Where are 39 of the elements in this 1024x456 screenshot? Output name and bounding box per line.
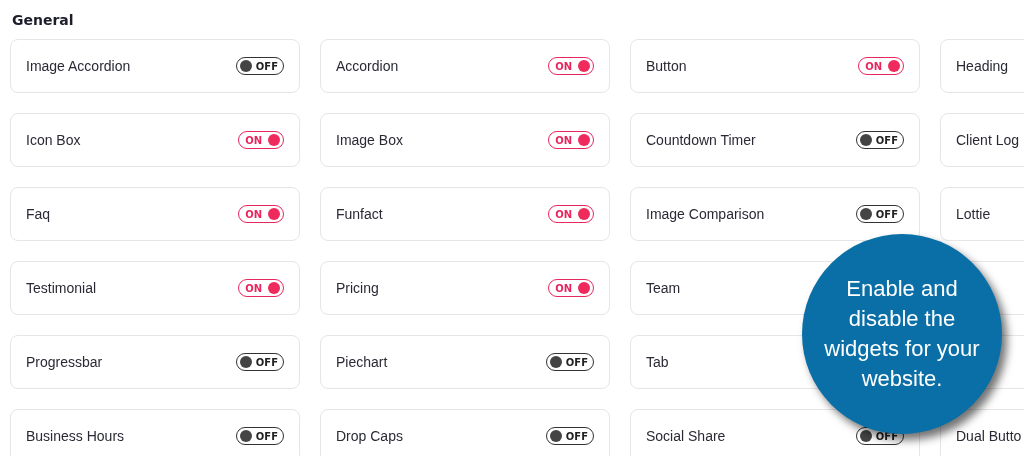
widget-name: Client Log (956, 132, 1020, 148)
toggle-switch[interactable]: OFF (235, 353, 284, 371)
widget-name: Tab (646, 354, 669, 370)
widget-name: Countdown Timer (646, 132, 756, 148)
toggle-switch[interactable]: OFF (545, 353, 594, 371)
toggle-switch[interactable]: ON (548, 131, 594, 149)
toggle-switch[interactable]: ON (548, 57, 594, 75)
section-title: General (11, 11, 74, 30)
widget-name: Dual Butto (956, 428, 1022, 444)
widget-name: Faq (26, 206, 51, 222)
toggle-switch[interactable]: ON (548, 279, 594, 297)
callout-text: Enable and disable the widgets for your website. (823, 275, 981, 393)
widget-name: Image Box (336, 132, 403, 148)
toggle-switch[interactable]: OFF (545, 427, 594, 445)
widget-name: Piechart (336, 354, 388, 370)
toggle-switch[interactable]: ON (238, 131, 284, 149)
widget-name: Image Comparison (646, 206, 765, 222)
toggle-switch[interactable]: ON (238, 205, 284, 223)
widget-name: Accordion (336, 58, 399, 74)
widget-name: Image Accordion (26, 58, 131, 74)
widget-name: Lottie (956, 206, 991, 222)
toggle-switch[interactable]: ON (858, 57, 904, 75)
widget-name: Social Share (646, 428, 726, 444)
widget-name: Heading (956, 58, 1009, 74)
widget-name: Button (646, 58, 687, 74)
toggle-switch[interactable]: OFF (235, 427, 284, 445)
widget-name: Funfact (336, 206, 383, 222)
widget-name: Team (646, 280, 681, 296)
widget-name: Business Hours (26, 428, 125, 444)
toggle-switch[interactable]: OFF (855, 131, 904, 149)
toggle-switch[interactable]: OFF (855, 205, 904, 223)
widget-name: Progressbar (26, 354, 103, 370)
widget-name: Icon Box (26, 132, 81, 148)
widget-name: Pricing (336, 280, 379, 296)
widget-name: Testimonial (26, 280, 97, 296)
widget-name: Drop Caps (336, 428, 403, 444)
toggle-switch[interactable]: ON (238, 279, 284, 297)
toggle-switch[interactable]: OFF (235, 57, 284, 75)
toggle-switch[interactable]: ON (548, 205, 594, 223)
